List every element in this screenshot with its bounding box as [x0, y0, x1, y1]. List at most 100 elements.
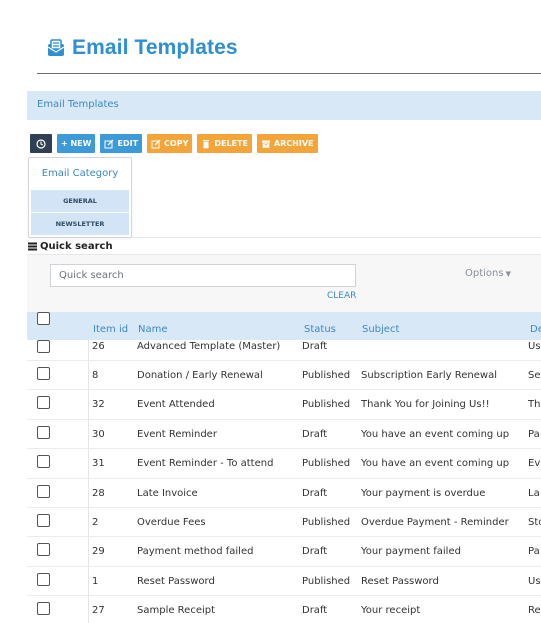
breadcrumb: Email Templates: [27, 91, 541, 120]
email-category-heading: Email Category: [41, 168, 119, 179]
page-title: Email Templates: [46, 36, 238, 60]
clear-link[interactable]: CLEAR: [327, 291, 356, 301]
cell-subject: Your payment failed: [361, 546, 461, 558]
table-row[interactable]: 2 Overdue Fees Published Overdue Payment - …: [27, 508, 541, 538]
cell-status: Draft: [302, 428, 328, 440]
quick-search-panel: Options ▼ CLEAR: [27, 254, 541, 312]
cell-subject: Subscription Early Renewal: [361, 370, 497, 381]
templates-table: Item id Name Status Subject De 26 Advance…: [27, 312, 541, 623]
column-header-name[interactable]: Name: [138, 324, 168, 335]
cell-description: Th: [528, 399, 541, 411]
category-item-general[interactable]: GENERAL: [31, 190, 129, 212]
cell-item-id: 26: [92, 341, 105, 352]
cell-subject: Your receipt: [361, 605, 421, 617]
cell-item-id: 30: [92, 428, 105, 440]
cell-item-id: 28: [92, 487, 105, 499]
copy-button[interactable]: COPY: [147, 134, 193, 153]
list-icon: [28, 242, 37, 251]
select-all-checkbox[interactable]: [37, 312, 50, 325]
table-row[interactable]: 1 Reset Password Published Reset Password Us: [27, 567, 541, 597]
table-header: Item id Name Status Subject De: [27, 312, 541, 340]
cell-item-id: 8: [92, 370, 99, 381]
cell-name: Event Reminder - To attend: [137, 458, 274, 470]
cell-name: Advanced Template (Master): [137, 341, 281, 352]
delete-button[interactable]: DELETE: [197, 134, 252, 153]
cell-description: Re: [528, 605, 541, 617]
table-row[interactable]: 29 Payment method failed Draft Your payment…: [27, 537, 541, 567]
row-checkbox[interactable]: [37, 513, 50, 527]
cell-description: Pa: [528, 546, 540, 558]
caret-down-icon: ▼: [505, 269, 511, 278]
category-item-newsletter[interactable]: NEWSLETTER: [31, 213, 129, 235]
cell-status: Draft: [302, 605, 328, 617]
cell-item-id: 32: [92, 399, 105, 411]
cell-status: Published: [302, 399, 351, 411]
cell-subject: Reset Password: [361, 575, 439, 587]
cell-status: Published: [302, 458, 351, 470]
row-checkbox[interactable]: [37, 425, 50, 439]
row-checkbox[interactable]: [37, 455, 50, 469]
row-checkbox[interactable]: [37, 367, 50, 380]
options-label: Options: [465, 268, 504, 279]
options-dropdown[interactable]: Options ▼: [465, 268, 511, 279]
table-row[interactable]: 28 Late Invoice Draft Your payment is overd…: [27, 479, 541, 508]
table-row[interactable]: 26 Advanced Template (Master) Draft Us: [27, 340, 541, 361]
row-checkbox[interactable]: [37, 396, 50, 410]
edit-button[interactable]: EDIT: [100, 134, 143, 153]
cell-name: Event Reminder: [137, 428, 217, 440]
new-button-label: + NEW: [61, 139, 92, 148]
cell-description: Ev: [528, 458, 541, 470]
row-checkbox[interactable]: [37, 543, 50, 557]
title-divider: [37, 73, 541, 74]
section-divider: [132, 237, 541, 238]
cell-item-id: 1: [92, 575, 99, 587]
copy-button-label: COPY: [164, 139, 189, 148]
cell-item-id: 31: [92, 458, 105, 470]
table-row[interactable]: 31 Event Reminder - To attend Published You…: [27, 449, 541, 479]
cell-name: Reset Password: [137, 575, 215, 587]
row-checkbox[interactable]: [37, 340, 50, 353]
toolbar: + NEW EDIT COPY DELETE ARCHIVE: [30, 134, 318, 153]
table-row[interactable]: 27 Sample Receipt Draft Your receipt Re: [27, 596, 541, 623]
email-template-icon: [47, 39, 65, 56]
table-row[interactable]: 8 Donation / Early Renewal Published Subscr…: [27, 361, 541, 391]
cell-item-id: 2: [92, 516, 99, 528]
column-header-status[interactable]: Status: [304, 324, 336, 335]
archive-icon: [261, 140, 270, 148]
cell-status: Draft: [302, 546, 328, 558]
clock-icon: [36, 138, 46, 149]
breadcrumb-item[interactable]: Email Templates: [37, 99, 119, 110]
cell-name: Sample Receipt: [137, 605, 216, 617]
cell-description: Us: [528, 341, 541, 352]
column-header-description[interactable]: De: [530, 324, 541, 335]
email-category-panel: Email Category GENERAL NEWSLETTER: [28, 157, 132, 238]
cell-status: Draft: [302, 487, 328, 499]
cell-status: Published: [302, 516, 351, 528]
column-header-item-id[interactable]: Item id: [93, 324, 128, 335]
quick-search-input[interactable]: [50, 264, 356, 287]
edit-icon: [104, 139, 114, 148]
copy-icon: [151, 139, 161, 148]
cell-description: Sto: [528, 516, 541, 528]
archive-button-label: ARCHIVE: [273, 139, 314, 148]
cell-name: Donation / Early Renewal: [137, 370, 263, 381]
table-body: 26 Advanced Template (Master) Draft Us 8 Dona…: [27, 340, 541, 623]
table-row[interactable]: 30 Event Reminder Draft You have an event c…: [27, 420, 541, 450]
new-button[interactable]: + NEW: [57, 134, 96, 153]
delete-button-label: DELETE: [214, 139, 248, 148]
archive-button[interactable]: ARCHIVE: [256, 134, 318, 153]
cell-subject: You have an event coming up: [361, 458, 510, 470]
cell-item-id: 27: [92, 605, 105, 617]
row-checkbox[interactable]: [37, 484, 50, 498]
cell-subject: Your payment is overdue: [361, 487, 486, 499]
column-header-subject[interactable]: Subject: [362, 324, 399, 335]
cell-description: Se: [528, 370, 541, 381]
trash-icon: [203, 139, 210, 148]
row-checkbox[interactable]: [37, 602, 50, 616]
cell-item-id: 29: [92, 546, 105, 558]
cell-status: Draft: [302, 341, 328, 352]
row-checkbox[interactable]: [37, 572, 50, 586]
cell-name: Payment method failed: [137, 546, 254, 558]
history-button[interactable]: [30, 134, 52, 153]
table-row[interactable]: 32 Event Attended Published Thank You for J…: [27, 390, 541, 420]
